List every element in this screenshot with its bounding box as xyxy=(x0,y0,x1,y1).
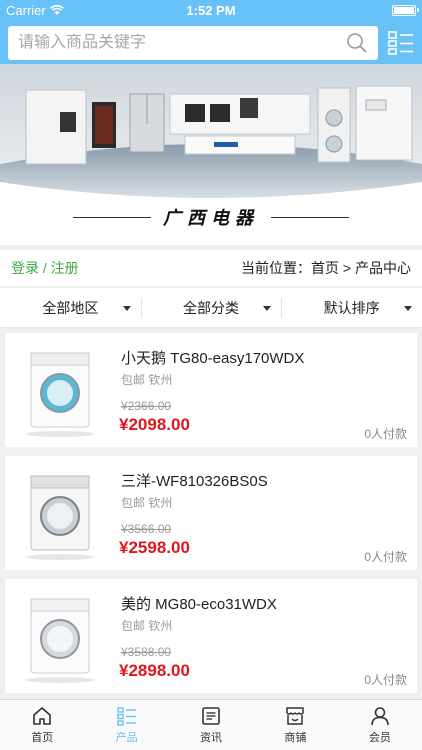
filter-region[interactable]: 全部地区 xyxy=(0,288,141,327)
login-link[interactable]: 登录 xyxy=(11,260,39,276)
product-card[interactable]: 美的 MG80-eco31WDX 包邮 钦州 ¥3588.00 ¥2898.00… xyxy=(5,579,417,693)
tab-member[interactable]: 会员 xyxy=(338,700,422,750)
breadcrumb: 登录 / 注册 当前位置：首页 > 产品中心 xyxy=(0,250,422,286)
tab-store-label: 商铺 xyxy=(284,732,307,744)
user-icon xyxy=(371,707,389,726)
register-link[interactable]: 注册 xyxy=(51,260,79,276)
washing-machine-image xyxy=(26,598,94,683)
current-price: ¥2898.00 xyxy=(119,661,190,680)
payment-count: 0人付款 xyxy=(364,427,407,441)
location-path: 当前位置：首页 > 产品中心 xyxy=(241,258,411,278)
title-divider-right xyxy=(271,216,349,218)
filter-sort-label: 默认排序 xyxy=(323,299,380,316)
shipping-info: 包邮 钦州 xyxy=(121,496,173,510)
search-input[interactable] xyxy=(18,34,346,52)
breadcrumb-arrow: > xyxy=(342,260,352,276)
washing-machine-image xyxy=(26,475,94,560)
payment-count: 0人付款 xyxy=(364,550,407,564)
app-header: Carrier 1:52 PM xyxy=(0,0,422,64)
banner[interactable]: 广西电器 xyxy=(0,64,422,245)
auth-links: 登录 / 注册 xyxy=(11,258,79,278)
tab-store[interactable]: 商铺 xyxy=(253,700,337,750)
bottom-tab-bar: 首页 产品 资讯 商铺 会员 xyxy=(0,699,422,750)
payment-count: 0人付款 xyxy=(364,673,407,687)
news-icon xyxy=(202,707,220,725)
filter-region-label: 全部地区 xyxy=(42,299,99,316)
shipping-info: 包邮 钦州 xyxy=(121,373,173,387)
filter-category[interactable]: 全部分类 xyxy=(140,288,282,327)
search-bar[interactable] xyxy=(8,26,378,60)
tab-products[interactable]: 产品 xyxy=(84,700,168,750)
battery-icon xyxy=(392,4,419,16)
original-price: ¥3566.00 xyxy=(121,522,172,536)
tab-home-label: 首页 xyxy=(31,732,54,744)
original-price: ¥3588.00 xyxy=(121,645,172,659)
filter-sort[interactable]: 默认排序 xyxy=(281,288,422,327)
tab-home[interactable]: 首页 xyxy=(0,700,84,750)
banner-title: 广西电器 xyxy=(0,204,422,230)
product-card[interactable]: 三洋-WF810326BS0S 包邮 钦州 ¥3566.00 ¥2598.00 … xyxy=(5,456,417,570)
tab-member-label: 会员 xyxy=(368,732,391,744)
location-label: 当前位置： xyxy=(241,260,312,276)
tab-products-label: 产品 xyxy=(115,732,138,744)
auth-separator: / xyxy=(42,260,47,276)
banner-title-text: 广西电器 xyxy=(163,208,259,229)
caret-down-icon xyxy=(263,306,272,311)
product-name[interactable]: 小天鹅 TG80-easy170WDX xyxy=(121,347,304,368)
product-name[interactable]: 美的 MG80-eco31WDX xyxy=(121,593,277,614)
caret-down-icon xyxy=(404,306,413,311)
breadcrumb-current: 产品中心 xyxy=(355,260,411,276)
current-price: ¥2098.00 xyxy=(119,415,190,434)
search-icon[interactable] xyxy=(346,32,368,54)
store-icon xyxy=(286,707,305,725)
current-price: ¥2598.00 xyxy=(119,538,190,557)
banner-appliance-image xyxy=(0,64,422,199)
list-icon xyxy=(116,707,136,726)
category-grid-icon[interactable] xyxy=(388,31,414,55)
tab-news[interactable]: 资讯 xyxy=(169,700,253,750)
title-divider-left xyxy=(73,216,151,218)
caret-down-icon xyxy=(122,306,131,311)
product-card[interactable]: 小天鹅 TG80-easy170WDX 包邮 钦州 ¥2366.00 ¥2098… xyxy=(5,333,417,447)
filter-category-label: 全部分类 xyxy=(183,299,239,316)
product-name[interactable]: 三洋-WF810326BS0S xyxy=(121,470,268,491)
tab-news-label: 资讯 xyxy=(200,732,223,744)
original-price: ¥2366.00 xyxy=(121,399,172,413)
home-icon xyxy=(33,707,52,725)
filter-bar: 全部地区 全部分类 默认排序 xyxy=(0,288,422,328)
breadcrumb-home[interactable]: 首页 xyxy=(311,260,339,276)
status-bar: Carrier 1:52 PM xyxy=(0,0,422,20)
clock: 1:52 PM xyxy=(186,2,236,18)
shipping-info: 包邮 钦州 xyxy=(121,619,173,633)
washing-machine-image xyxy=(26,352,94,437)
